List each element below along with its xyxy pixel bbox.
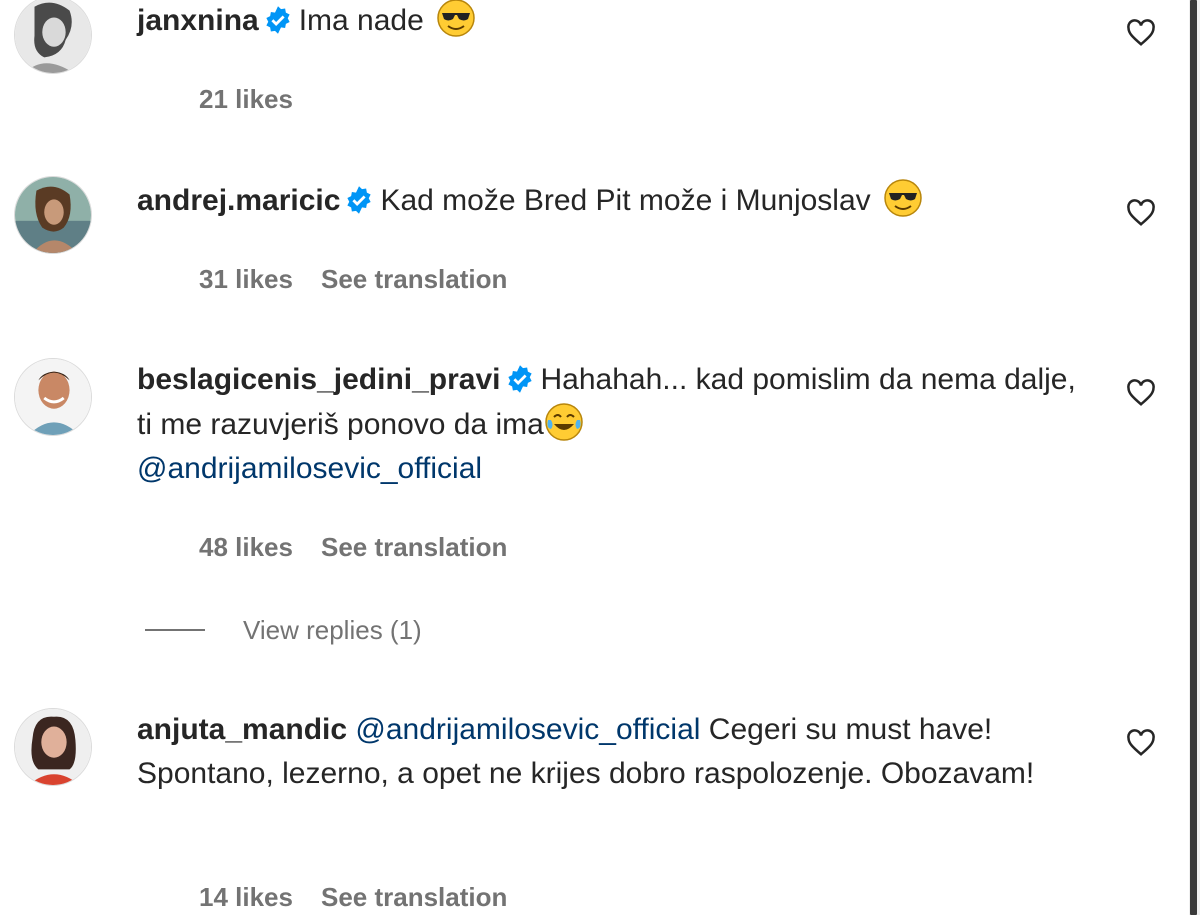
laughing-tears-emoji [545,403,583,441]
see-translation-link[interactable]: See translation [321,264,507,294]
comment-username[interactable]: janxnina [137,4,259,37]
scrollbar-thumb[interactable] [1190,0,1197,915]
avatar-image [15,177,91,253]
view-replies-button[interactable]: View replies (1) [145,615,422,649]
comment-text: Ima nade [298,4,424,37]
heart-outline-icon[interactable] [1126,19,1156,47]
view-replies-label: View replies (1) [243,615,422,645]
sunglasses-emoji [884,179,922,217]
likes-count[interactable]: 48 likes [199,532,293,562]
comment-meta: 31 likes See translation [199,264,535,295]
verified-badge-icon [507,365,532,393]
see-translation-link[interactable]: See translation [321,532,507,562]
comment-meta: 14 likes See translation [199,882,535,913]
mention-link[interactable]: @andrijamilosevic_official [137,452,482,485]
likes-count[interactable]: 31 likes [199,264,293,294]
avatar-image [15,359,91,435]
heart-outline-icon[interactable] [1126,199,1156,227]
comment-username[interactable]: beslagicenis_jedini_pravi [137,363,501,396]
likes-count[interactable]: 21 likes [199,84,293,114]
avatar[interactable] [14,358,92,436]
heart-outline-icon[interactable] [1126,729,1156,757]
avatar-image [15,709,91,785]
comment-meta: 21 likes [199,84,321,115]
likes-count[interactable]: 14 likes [199,882,293,912]
heart-outline-icon[interactable] [1126,379,1156,407]
comment-meta: 48 likes See translation [199,532,535,563]
verified-badge-icon [266,6,290,34]
avatar-image [15,0,91,73]
avatar[interactable] [14,708,92,786]
replies-divider [145,629,205,631]
comment-text: Kad može Bred Pit može i Munjoslav [380,184,871,217]
sunglasses-emoji [437,0,475,37]
mention-link[interactable]: @andrijamilosevic_official [355,713,700,746]
verified-badge-icon [347,186,372,214]
comment-username[interactable]: andrej.maricic [137,184,340,217]
see-translation-link[interactable]: See translation [321,882,507,912]
avatar[interactable] [14,176,92,254]
comment-username[interactable]: anjuta_mandic [137,713,347,746]
avatar[interactable] [14,0,92,74]
